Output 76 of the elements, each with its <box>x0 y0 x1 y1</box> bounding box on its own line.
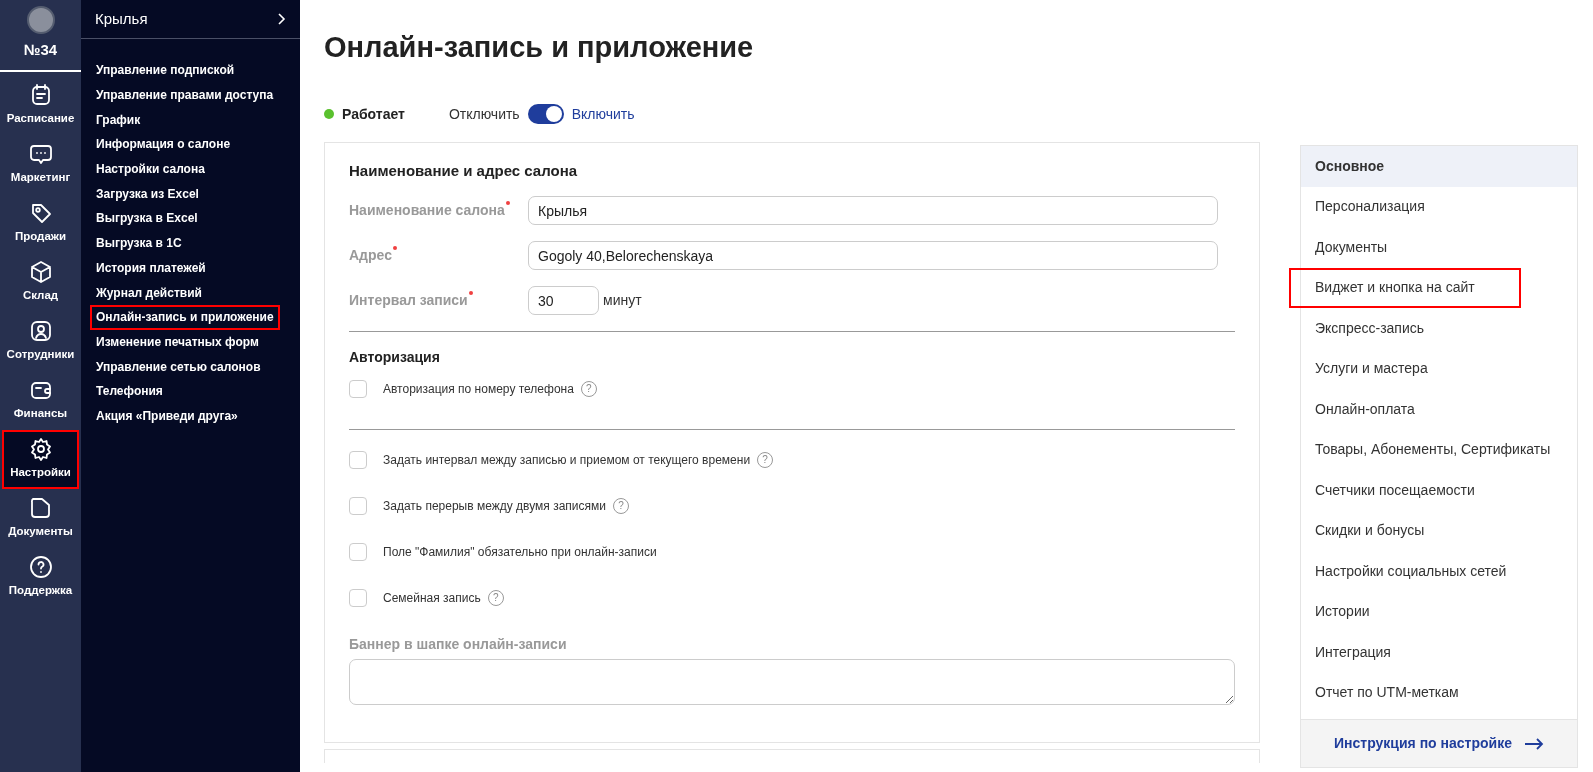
checkbox[interactable] <box>349 496 367 515</box>
section-menu-item[interactable]: Товары, Абонементы, Сертификаты <box>1301 429 1577 470</box>
submenu-link[interactable]: Журнал действий <box>90 280 208 305</box>
section-heading: Наименование и адрес салона <box>349 161 579 181</box>
section-menu-item[interactable]: Онлайн-оплата <box>1301 389 1577 430</box>
submenu-link[interactable]: Телефония <box>90 378 169 404</box>
nav-item[interactable]: Поддержка <box>2 548 79 607</box>
text-input[interactable]: 30 <box>528 286 599 315</box>
instruction-link[interactable]: Инструкция по настройке <box>1301 719 1577 767</box>
section-menu-item[interactable]: Основное <box>1301 146 1577 187</box>
section-menu-item[interactable]: Персонализация <box>1301 186 1577 227</box>
unit-label: минут <box>603 291 642 310</box>
chevron-right-icon[interactable] <box>278 13 286 25</box>
submenu-link[interactable]: Выгрузка в 1С <box>90 230 188 256</box>
checkbox-label: Задать интервал между записью и приемом от текущего времени <box>383 451 751 469</box>
help-icon <box>28 555 53 580</box>
checkbox[interactable] <box>349 588 367 607</box>
submenu-link[interactable]: Управление правами доступа <box>90 82 280 108</box>
section-menu-item[interactable]: Настройки социальных сетей <box>1301 551 1577 592</box>
account-number: №34 <box>23 40 58 60</box>
field-label: Интервал записи <box>349 290 528 311</box>
checkbox[interactable] <box>349 379 367 398</box>
section-menu-item[interactable]: Счетчики посещаемости <box>1301 470 1577 511</box>
checkbox-label: Авторизация по номеру телефона <box>383 380 574 398</box>
text-input[interactable]: Gogoly 40,Belorechenskaya <box>528 241 1218 270</box>
field-label: Наименование салона <box>349 200 528 221</box>
submenu-link[interactable]: История платежей <box>90 255 212 281</box>
banner-label: Баннер в шапке онлайн-записи <box>349 634 568 654</box>
section-menu-item[interactable]: Отчет по UTM-меткам <box>1301 672 1577 713</box>
chat-bubble-icon <box>28 142 53 167</box>
submenu-link[interactable]: Онлайн-запись и приложение <box>90 304 280 330</box>
section-menu-item[interactable]: Интеграция <box>1301 632 1577 673</box>
section-menu-item[interactable]: Истории <box>1301 591 1577 632</box>
section-menu-item[interactable]: Экспресс-запись <box>1301 308 1577 349</box>
salon-name: Крылья <box>95 8 148 29</box>
folder-icon <box>28 496 53 521</box>
settings-icon <box>28 437 53 462</box>
toggle-on-label[interactable]: Включить <box>571 103 635 125</box>
section-menu-item[interactable]: Документы <box>1301 227 1577 268</box>
section-menu-item[interactable]: Скидки и бонусы <box>1301 510 1577 551</box>
arrow-right-icon <box>1523 737 1544 750</box>
nav-item[interactable]: Финансы <box>2 371 79 430</box>
nav-item[interactable]: Расписание <box>2 76 79 135</box>
nav-item[interactable]: Сотрудники <box>2 312 79 371</box>
toggle-switch[interactable] <box>527 104 564 124</box>
checkbox-label: Поле "Фамилия" обязательно при онлайн-записи <box>383 543 657 561</box>
submenu-link[interactable]: Изменение печатных форм <box>90 329 265 355</box>
nav-item[interactable]: Настройки <box>2 430 79 489</box>
field-label: Адрес <box>349 245 528 266</box>
nav-item[interactable]: Склад <box>2 253 79 312</box>
section-menu-item[interactable]: Виджет и кнопка на сайт <box>1289 267 1521 308</box>
checkbox-label: Задать перерыв между двумя записями <box>383 497 606 515</box>
person-icon <box>28 319 53 344</box>
submenu-link[interactable]: Информация о салоне <box>90 132 237 157</box>
nav-item[interactable]: Документы <box>2 489 79 548</box>
page-title: Онлайн-запись и приложение <box>324 30 755 65</box>
checkbox[interactable] <box>349 450 367 469</box>
banner-textarea[interactable] <box>349 658 1235 705</box>
section-heading: Авторизация <box>349 347 441 367</box>
submenu-link[interactable]: График <box>90 107 147 133</box>
section-menu-item[interactable]: Услуги и мастера <box>1301 348 1577 389</box>
checkbox-label: Семейная запись <box>383 589 481 607</box>
submenu-link[interactable]: Управление сетью салонов <box>90 354 267 379</box>
avatar[interactable] <box>26 6 55 34</box>
submenu-link[interactable]: Настройки салона <box>90 156 211 182</box>
submenu-link[interactable]: Загрузка из Excel <box>90 181 205 207</box>
submenu-link[interactable]: Выгрузка в Excel <box>90 206 204 231</box>
box-icon <box>28 260 53 285</box>
toggle-off-label[interactable]: Отключить <box>448 103 520 125</box>
text-input[interactable]: Крылья <box>528 196 1218 225</box>
submenu-link[interactable]: Управление подпиской <box>90 58 241 83</box>
nav-item[interactable]: Продажи <box>2 194 79 253</box>
nav-item[interactable]: Маркетинг <box>2 135 79 194</box>
checkbox[interactable] <box>349 542 367 561</box>
submenu-link[interactable]: Акция «Приведи друга» <box>90 403 244 429</box>
status-label: Работает <box>342 104 405 124</box>
